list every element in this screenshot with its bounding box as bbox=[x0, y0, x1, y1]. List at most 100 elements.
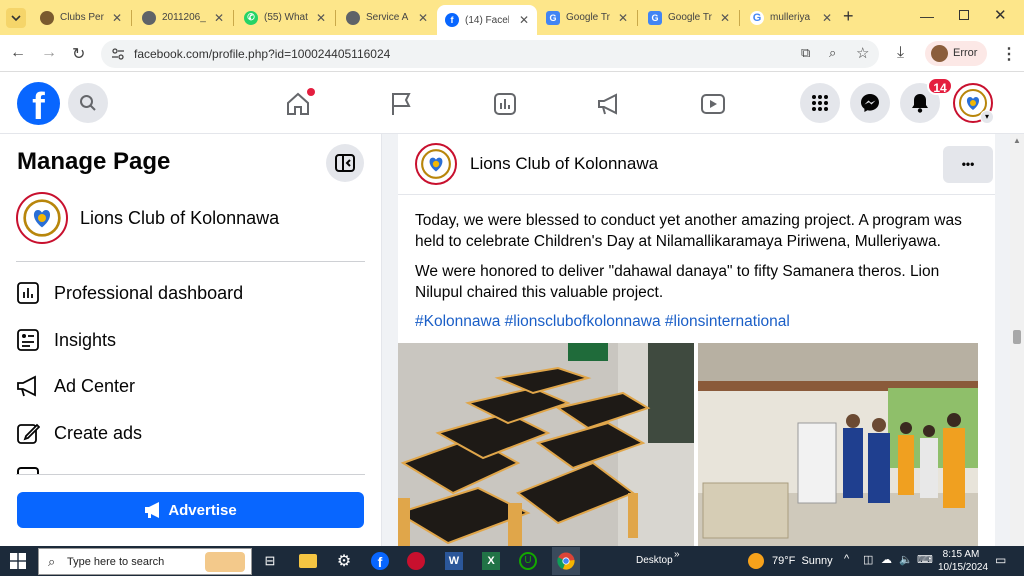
browser-tab-bar: Clubs Perf ✕ 2011206_ ✕ ✆ (55) What ✕ Se… bbox=[0, 0, 1024, 35]
install-app-icon[interactable]: ⧉ bbox=[801, 45, 810, 61]
taskbar-desktop-label[interactable]: Desktop bbox=[636, 555, 673, 566]
close-window-icon[interactable]: ✕ bbox=[994, 6, 1007, 24]
tab-search-button[interactable] bbox=[6, 8, 26, 28]
post-photo[interactable] bbox=[398, 343, 694, 546]
browser-tab[interactable]: G Google Tr ✕ bbox=[538, 4, 636, 31]
post-card: Lions Club of Kolonnawa ••• Today, we we… bbox=[398, 134, 995, 546]
windows-taskbar: ⌕ Type here to search ⊟ ⚙ f W X U Deskto… bbox=[0, 546, 1024, 576]
chrome-icon[interactable] bbox=[552, 547, 580, 575]
settings-icon[interactable]: ⚙ bbox=[334, 551, 354, 571]
zoom-icon[interactable]: ⌕ bbox=[829, 45, 836, 61]
browser-tab[interactable]: Clubs Perf ✕ bbox=[32, 4, 130, 31]
page-switcher[interactable]: Lions Club of Kolonnawa bbox=[16, 192, 366, 246]
insights-icon bbox=[17, 329, 39, 351]
nav-home[interactable] bbox=[284, 88, 315, 118]
google-translate-icon: G bbox=[546, 10, 560, 25]
browser-tab[interactable]: Service A ✕ bbox=[338, 4, 436, 31]
close-tab-icon[interactable]: ✕ bbox=[214, 11, 224, 25]
post-photo[interactable] bbox=[698, 343, 995, 546]
weather-widget[interactable]: 79°F Sunny bbox=[748, 552, 833, 570]
task-view-icon[interactable]: ⊟ bbox=[260, 551, 280, 571]
browser-tab-active[interactable]: f (14) Faceb ✕ bbox=[437, 5, 537, 35]
post-more-button[interactable]: ••• bbox=[943, 146, 993, 183]
word-icon[interactable]: W bbox=[444, 551, 464, 571]
bell-icon bbox=[912, 94, 928, 113]
menu-button[interactable] bbox=[800, 83, 840, 123]
scrollbar-thumb[interactable] bbox=[1013, 330, 1021, 344]
taskbar-search[interactable]: ⌕ Type here to search bbox=[38, 548, 252, 575]
messenger-icon bbox=[861, 94, 879, 112]
browser-tab[interactable]: 2011206_ ✕ bbox=[134, 4, 232, 31]
volume-icon[interactable]: 🔈 bbox=[899, 553, 913, 566]
post-hashtags[interactable]: #Kolonnawa #lionsclubofkolonnawa #lionsi… bbox=[415, 311, 985, 332]
video-icon bbox=[701, 94, 725, 114]
reload-icon[interactable]: ↻ bbox=[72, 44, 85, 64]
url-text: facebook.com/profile.php?id=100024405116… bbox=[134, 47, 391, 61]
minimize-icon[interactable]: — bbox=[920, 8, 934, 24]
post-author-name[interactable]: Lions Club of Kolonnawa bbox=[470, 154, 658, 174]
page-scrollbar[interactable]: ▲ bbox=[1010, 134, 1024, 546]
scroll-up-icon[interactable]: ▲ bbox=[1013, 136, 1021, 145]
address-bar[interactable]: facebook.com/profile.php?id=100024405116… bbox=[101, 40, 879, 68]
forward-icon[interactable]: → bbox=[41, 44, 57, 62]
close-tab-icon[interactable]: ✕ bbox=[316, 11, 326, 25]
browser-tab[interactable]: G mulleriya ✕ bbox=[742, 4, 840, 31]
nav-ads[interactable] bbox=[595, 90, 623, 118]
collapse-sidebar-button[interactable] bbox=[326, 144, 364, 182]
sidebar-item-insights[interactable]: Insights bbox=[16, 322, 116, 358]
close-tab-icon[interactable]: ✕ bbox=[822, 11, 832, 25]
nav-dashboard[interactable] bbox=[491, 90, 519, 118]
new-tab-button[interactable]: + bbox=[843, 6, 854, 27]
sidebar-title: Manage Page bbox=[17, 148, 171, 175]
site-settings-icon[interactable] bbox=[111, 47, 125, 61]
facebook-app-icon[interactable]: f bbox=[370, 551, 390, 571]
profile-chip[interactable]: Error bbox=[925, 41, 987, 66]
notification-center-icon[interactable]: ▭ bbox=[995, 553, 1006, 567]
close-tab-icon[interactable]: ✕ bbox=[519, 13, 529, 27]
clock[interactable]: 8:15 AM 10/15/2024 bbox=[938, 548, 988, 574]
close-tab-icon[interactable]: ✕ bbox=[418, 11, 428, 25]
globe-icon bbox=[346, 10, 360, 25]
close-tab-icon[interactable]: ✕ bbox=[720, 11, 730, 25]
keyboard-icon[interactable]: ⌨ bbox=[917, 553, 933, 566]
post-author-avatar[interactable] bbox=[415, 143, 457, 185]
account-chevron-icon[interactable]: ▾ bbox=[980, 110, 994, 124]
restore-icon[interactable] bbox=[959, 10, 969, 20]
sidebar-item-create-ads[interactable]: Create ads bbox=[16, 415, 142, 451]
browser-tab[interactable]: ✆ (55) What ✕ bbox=[236, 4, 334, 31]
file-explorer-icon[interactable] bbox=[298, 551, 318, 571]
search-button[interactable] bbox=[68, 83, 108, 123]
search-icon: ⌕ bbox=[48, 554, 56, 569]
search-highlight-icon bbox=[205, 552, 245, 572]
google-icon: G bbox=[750, 10, 764, 25]
excel-icon[interactable]: X bbox=[481, 551, 501, 571]
onedrive-icon[interactable]: ☁ bbox=[881, 553, 892, 566]
sidebar-item-ad-center[interactable]: Ad Center bbox=[16, 368, 135, 404]
network-icon[interactable]: ◫ bbox=[863, 553, 873, 566]
facebook-logo-icon[interactable]: f bbox=[17, 82, 60, 125]
toolbar-chevron-icon[interactable]: » bbox=[674, 549, 680, 560]
browser-tab[interactable]: G Google Tr ✕ bbox=[640, 4, 738, 31]
page-avatar bbox=[16, 192, 68, 244]
show-hidden-icons[interactable]: ^ bbox=[844, 553, 849, 565]
browser-toolbar: ← → ↻ facebook.com/profile.php?id=100024… bbox=[0, 35, 1024, 72]
close-tab-icon[interactable]: ✕ bbox=[618, 11, 628, 25]
sidebar-footer-divider bbox=[16, 474, 365, 475]
app-icon[interactable] bbox=[406, 551, 426, 571]
close-tab-icon[interactable]: ✕ bbox=[112, 11, 122, 25]
start-button[interactable] bbox=[8, 551, 28, 571]
nav-video[interactable] bbox=[699, 90, 727, 118]
messenger-button[interactable] bbox=[850, 83, 890, 123]
whatsapp-icon: ✆ bbox=[244, 10, 258, 25]
nav-pages[interactable] bbox=[387, 90, 415, 118]
search-icon bbox=[80, 95, 96, 111]
advertise-button[interactable]: Advertise bbox=[17, 492, 364, 528]
upwork-icon[interactable]: U bbox=[518, 551, 538, 571]
back-icon[interactable]: ← bbox=[10, 44, 26, 62]
post-paragraph: Today, we were blessed to conduct yet an… bbox=[415, 212, 962, 250]
bookmark-star-icon[interactable]: ☆ bbox=[856, 44, 869, 62]
download-icon[interactable]: ⤓ bbox=[897, 44, 904, 62]
menu-kebab-icon[interactable]: ⋮ bbox=[1001, 44, 1017, 64]
windows-logo-icon bbox=[10, 553, 26, 569]
sidebar-item-professional-dashboard[interactable]: Professional dashboard bbox=[16, 275, 243, 311]
